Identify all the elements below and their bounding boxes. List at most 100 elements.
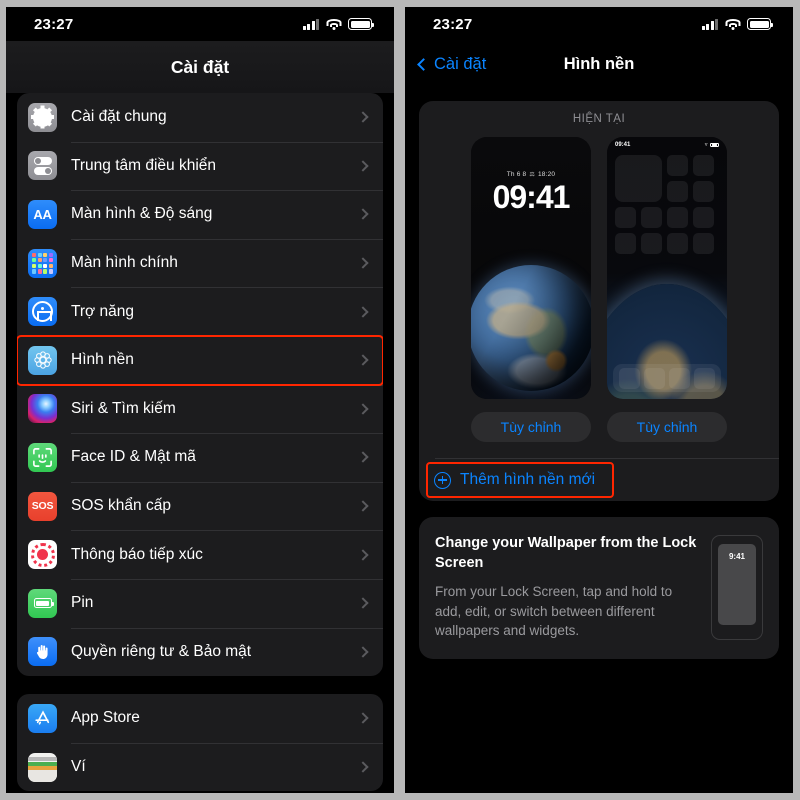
status-bar-time: 23:27 — [433, 15, 473, 33]
cellular-signal-icon — [302, 18, 319, 30]
privacy-hand-icon — [28, 637, 57, 667]
sidebar-item-privacy-security[interactable]: Quyền riêng tư & Bảo mật — [17, 627, 383, 677]
app-tile — [693, 181, 714, 202]
sidebar-item-display-brightness[interactable]: AA Màn hình & Độ sáng — [17, 190, 383, 239]
sidebar-item-battery[interactable]: Pin — [17, 578, 383, 628]
sidebar-item-label: Quyền riêng tư & Bảo mật — [71, 642, 252, 660]
info-card-phone-illustration: 9:41 — [711, 535, 763, 640]
sidebar-item-label: Siri & Tìm kiếm — [71, 399, 176, 417]
sidebar-item-wallet[interactable]: Ví — [17, 742, 383, 792]
app-tile — [693, 207, 714, 228]
chevron-right-icon — [357, 354, 369, 366]
wallet-icon — [28, 752, 57, 782]
chevron-right-icon — [357, 646, 369, 658]
preview-wifi-icon: ▿ — [704, 142, 708, 148]
add-wallpaper-wrapper: Thêm hình nền mới — [419, 459, 779, 501]
info-card-text: Change your Wallpaper from the Lock Scre… — [435, 533, 701, 641]
sidebar-item-control-center[interactable]: Trung tâm điều khiển — [17, 141, 383, 191]
sidebar-item-general[interactable]: Cài đặt chung — [17, 93, 383, 142]
app-tile — [667, 207, 688, 228]
add-new-wallpaper-label: Thêm hình nền mới — [460, 471, 596, 488]
sidebar-item-label: Thông báo tiếp xúc — [71, 545, 203, 563]
app-tile — [667, 233, 688, 254]
info-card-body: From your Lock Screen, tap and hold to a… — [435, 584, 673, 639]
back-button[interactable]: Cài đặt — [417, 55, 486, 74]
sidebar-item-label: Cài đặt chung — [71, 108, 167, 126]
sos-icon: SOS — [28, 491, 57, 521]
sidebar-item-emergency-sos[interactable]: SOS SOS khẩn cấp — [17, 481, 383, 531]
plus-circle-icon — [434, 471, 451, 489]
app-tile — [693, 155, 714, 176]
status-bar-left: 23:27 — [6, 7, 394, 41]
sidebar-item-exposure-notifications[interactable]: Thông báo tiếp xúc — [17, 530, 383, 579]
app-tile — [615, 207, 636, 228]
libra-zodiac-icon: ⚖ — [529, 172, 535, 178]
preview-battery-icon — [710, 142, 719, 148]
settings-screen: 23:27 Cài đặt Cài đặt chung Trung tâm đi… — [6, 7, 394, 793]
mini-phone-time: 9:41 — [728, 552, 745, 561]
lock-screen-date-text: Th 6 8 — [506, 171, 527, 178]
wifi-icon — [326, 18, 341, 30]
sidebar-item-label: Face ID & Mật mã — [71, 448, 196, 466]
sidebar-item-label: Màn hình chính — [71, 254, 178, 272]
sidebar-item-home-screen[interactable]: Màn hình chính — [17, 238, 383, 288]
accessibility-icon — [28, 297, 57, 327]
info-card: Change your Wallpaper from the Lock Scre… — [419, 517, 779, 660]
control-center-icon — [28, 151, 57, 181]
wallpaper-nav-bar: Cài đặt Hình nền — [405, 41, 793, 87]
add-new-wallpaper-button[interactable]: Thêm hình nền mới — [419, 459, 779, 501]
face-id-icon — [28, 442, 57, 472]
sidebar-item-label: Ví — [71, 758, 86, 776]
current-section-header: HIỆN TẠI — [572, 113, 626, 125]
display-brightness-icon: AA — [28, 199, 57, 229]
wallpaper-content: HIỆN TẠI Th 6 8 ⚖ 18:20 09:41 09:41 ▿ Tù… — [405, 101, 793, 660]
sidebar-item-label: SOS khẩn cấp — [71, 497, 171, 515]
sidebar-item-label: Trung tâm điều khiển — [71, 156, 217, 174]
page-title: Cài đặt — [170, 56, 230, 77]
chevron-right-icon — [357, 761, 369, 773]
chevron-right-icon — [357, 712, 369, 725]
sidebar-item-face-id[interactable]: Face ID & Mật mã — [17, 433, 383, 482]
preview-status-time: 09:41 — [615, 142, 631, 148]
settings-nav-bar: Cài đặt — [6, 41, 394, 93]
battery-icon — [348, 18, 375, 30]
customize-lock-screen-button[interactable]: Tùy chỉnh — [471, 412, 591, 442]
chevron-left-icon — [417, 57, 430, 71]
chevron-right-icon — [357, 306, 369, 318]
sidebar-item-label: App Store — [71, 709, 140, 727]
widget-tile — [615, 155, 662, 202]
status-bar-indicators — [302, 18, 375, 30]
info-card-title: Change your Wallpaper from the Lock Scre… — [435, 535, 697, 571]
sidebar-item-label: Pin — [71, 594, 94, 612]
wifi-icon — [725, 18, 740, 30]
lock-screen-clock: 09:41 — [492, 179, 571, 215]
home-screen-dock — [613, 364, 721, 392]
cellular-signal-icon — [701, 18, 718, 30]
app-tile — [693, 233, 714, 254]
chevron-right-icon — [357, 111, 369, 123]
dock-app-tile — [644, 367, 665, 389]
settings-list[interactable]: Cài đặt chung Trung tâm điều khiển AA Mà… — [6, 93, 394, 792]
sidebar-item-siri-search[interactable]: Siri & Tìm kiếm — [17, 384, 383, 434]
home-screen-phone[interactable]: 09:41 ▿ — [607, 137, 727, 399]
status-bar-time: 23:27 — [34, 15, 74, 33]
lock-screen-date-secondary: 18:20 — [537, 171, 556, 178]
chevron-right-icon — [357, 451, 369, 464]
home-screen-preview[interactable]: 09:41 ▿ — [607, 137, 727, 399]
sidebar-item-app-store[interactable]: App Store — [17, 694, 383, 743]
preview-status-bar: 09:41 ▿ — [615, 142, 719, 148]
status-bar-indicators — [701, 18, 774, 30]
dock-app-tile — [694, 367, 715, 389]
chevron-right-icon — [357, 500, 369, 512]
sidebar-item-wallpaper[interactable]: Hình nền — [17, 334, 383, 386]
wallpaper-screen: 23:27 Cài đặt Hình nền HIỆN TẠI Th 6 8 ⚖… — [405, 7, 793, 793]
sidebar-item-accessibility[interactable]: Trợ năng — [17, 287, 383, 336]
settings-group-store: App Store Ví — [17, 694, 383, 792]
customize-home-screen-button[interactable]: Tùy chỉnh — [607, 412, 727, 442]
sidebar-item-label: Hình nền — [71, 351, 134, 369]
gear-icon — [28, 102, 57, 132]
lock-screen-phone[interactable]: Th 6 8 ⚖ 18:20 09:41 — [471, 137, 591, 399]
app-tile — [641, 233, 662, 254]
lock-screen-preview[interactable]: Th 6 8 ⚖ 18:20 09:41 — [471, 137, 591, 399]
dock-app-tile — [669, 367, 690, 389]
